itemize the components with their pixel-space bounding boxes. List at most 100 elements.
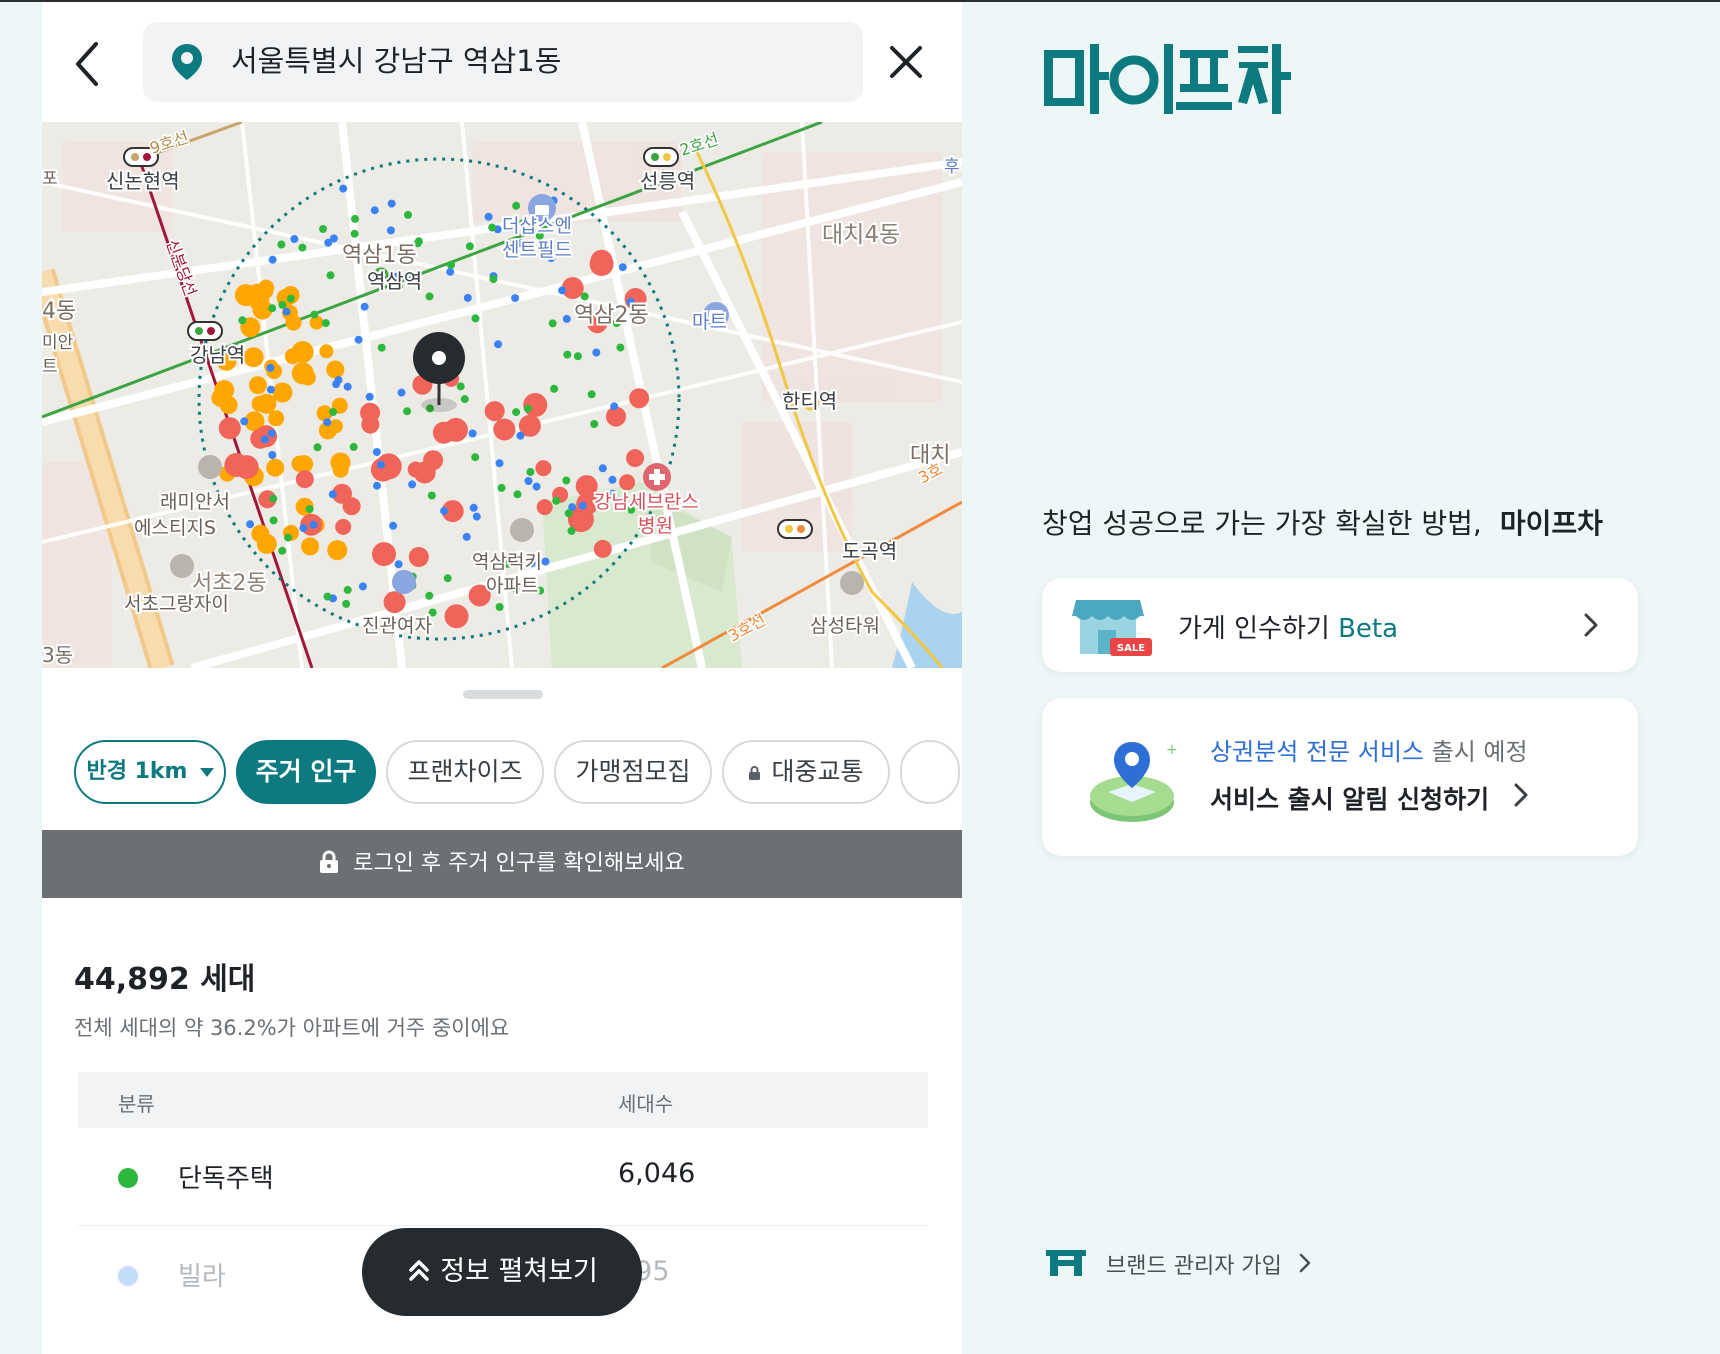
household-dot: [299, 524, 308, 533]
household-dot: [397, 388, 406, 397]
chevron-right-icon: [1514, 783, 1528, 807]
map-view[interactable]: 신논현역 선릉역 대치4동 역삼1동 역삼역 더샵스엔 센트필드 역삼2동 마트…: [42, 122, 962, 668]
map-label-severance: 강남세브란스: [594, 491, 699, 513]
map-label-sinnonhyeon: 신논현역: [106, 169, 180, 193]
expand-info-button[interactable]: 정보 펼쳐보기: [362, 1228, 642, 1316]
map-label-severance-2: 병원: [638, 515, 673, 537]
household-dot: [389, 521, 398, 530]
household-dot: [266, 458, 285, 477]
household-dot: [460, 395, 469, 404]
household-dot: [563, 350, 572, 359]
chip-residential[interactable]: 주거 인구: [236, 740, 376, 804]
household-dot: [383, 591, 406, 614]
station-marker-seolleung[interactable]: [643, 147, 679, 167]
chevron-right-icon: [1299, 1253, 1311, 1273]
station-marker-gangnam[interactable]: [187, 321, 223, 341]
household-dot: [526, 468, 535, 476]
chip-recruitment[interactable]: 가맹점모집: [554, 740, 712, 804]
household-dot: [291, 455, 308, 472]
map-label-seocho-grand: 서초그랑자이: [124, 593, 229, 615]
household-dot: [290, 235, 299, 243]
sheet-drag-handle[interactable]: [463, 690, 543, 699]
household-dot: [443, 574, 452, 583]
household-dot: [360, 302, 369, 311]
household-dot: [295, 470, 314, 489]
household-dot: [512, 408, 521, 417]
chip-transit[interactable]: 대중교통: [722, 740, 890, 804]
household-dot: [541, 557, 550, 566]
chip-more[interactable]: [900, 740, 960, 804]
household-dot: [268, 451, 277, 459]
household-dot: [532, 482, 541, 491]
household-dot: [488, 223, 497, 232]
household-dot: [329, 408, 338, 416]
household-dot: [361, 415, 380, 434]
household-dot: [323, 592, 332, 601]
service-highlight: 상권분석 전문 서비스: [1210, 738, 1424, 766]
household-dot: [423, 450, 444, 471]
school-icon[interactable]: [392, 570, 416, 594]
store-takeover-label: 가게 인수하기 Beta: [1178, 608, 1398, 645]
map-label-edge: 트: [42, 357, 58, 377]
back-icon[interactable]: [70, 36, 106, 92]
login-notice-bar[interactable]: 로그인 후 주거 인구를 확인해보세요: [42, 830, 962, 898]
household-dot: [278, 546, 287, 555]
household-dot: [291, 362, 314, 385]
legend-dot: [118, 1168, 138, 1188]
address-search-input[interactable]: 서울특별시 강남구 역삼1동: [143, 22, 863, 102]
household-dot: [372, 448, 381, 456]
brand-gate-icon: [1046, 1250, 1086, 1276]
household-dot: [465, 242, 474, 251]
station-marker-dogok[interactable]: [777, 519, 813, 539]
household-dot: [592, 348, 601, 357]
chip-franchise[interactable]: 프랜차이즈: [386, 740, 544, 804]
household-dot: [484, 401, 505, 422]
household-dot: [550, 384, 559, 393]
household-dot: [629, 388, 650, 409]
household-dot: [327, 540, 348, 561]
store-takeover-card[interactable]: SALE 가게 인수하기 Beta: [1042, 578, 1638, 672]
household-dot: [444, 604, 469, 629]
map-canvas: 신논현역 선릉역 대치4동 역삼1동 역삼역 더샵스엔 센트필드 역삼2동 마트…: [42, 122, 962, 668]
household-dot: [269, 516, 278, 525]
household-dot: [266, 363, 275, 372]
household-dot: [386, 226, 395, 235]
household-dot: [394, 560, 403, 569]
tagline-brand: 마이프차: [1499, 507, 1603, 540]
household-dot: [484, 212, 493, 221]
household-dot: [332, 461, 349, 478]
household-dot: [619, 474, 636, 491]
household-dot: [404, 210, 412, 219]
map-label-edge: 후: [944, 157, 960, 177]
map-label-daechi4: 대치4동: [822, 222, 900, 248]
map-label-raemian-2: 에스티지S: [134, 517, 216, 539]
household-dot: [260, 435, 269, 444]
double-chevron-up-icon: [409, 1259, 429, 1281]
chip-transit-label: 대중교통: [771, 757, 864, 786]
household-dot: [319, 225, 327, 233]
household-dot: [408, 547, 429, 567]
household-dot: [358, 582, 367, 591]
map-label-edge: 미안: [42, 333, 74, 353]
apartment-icon[interactable]: [198, 455, 222, 479]
household-dot: [354, 335, 363, 344]
household-dot: [350, 229, 359, 238]
household-dot: [564, 509, 573, 518]
household-dot: [462, 532, 471, 541]
apartment-icon[interactable]: [510, 518, 534, 542]
apartment-icon[interactable]: [170, 554, 194, 578]
household-dot: [284, 533, 293, 542]
household-dot: [432, 421, 455, 444]
myfranchise-logo[interactable]: [1042, 40, 1292, 118]
household-dot: [590, 420, 599, 428]
household-dot: [291, 341, 314, 363]
household-dot: [329, 234, 338, 243]
close-icon[interactable]: [886, 42, 926, 82]
radius-dropdown[interactable]: 반경 1km: [74, 740, 226, 804]
apartment-icon[interactable]: [840, 571, 864, 595]
household-dot: [323, 418, 332, 427]
tagline: 창업 성공으로 가는 가장 확실한 방법, 마이프차: [1042, 502, 1603, 542]
row-category: 빌라: [178, 1262, 226, 1292]
household-dot: [269, 494, 278, 503]
analysis-service-card[interactable]: + 상권분석 전문 서비스 출시 예정 서비스 출시 알림 신청하기: [1042, 698, 1638, 856]
